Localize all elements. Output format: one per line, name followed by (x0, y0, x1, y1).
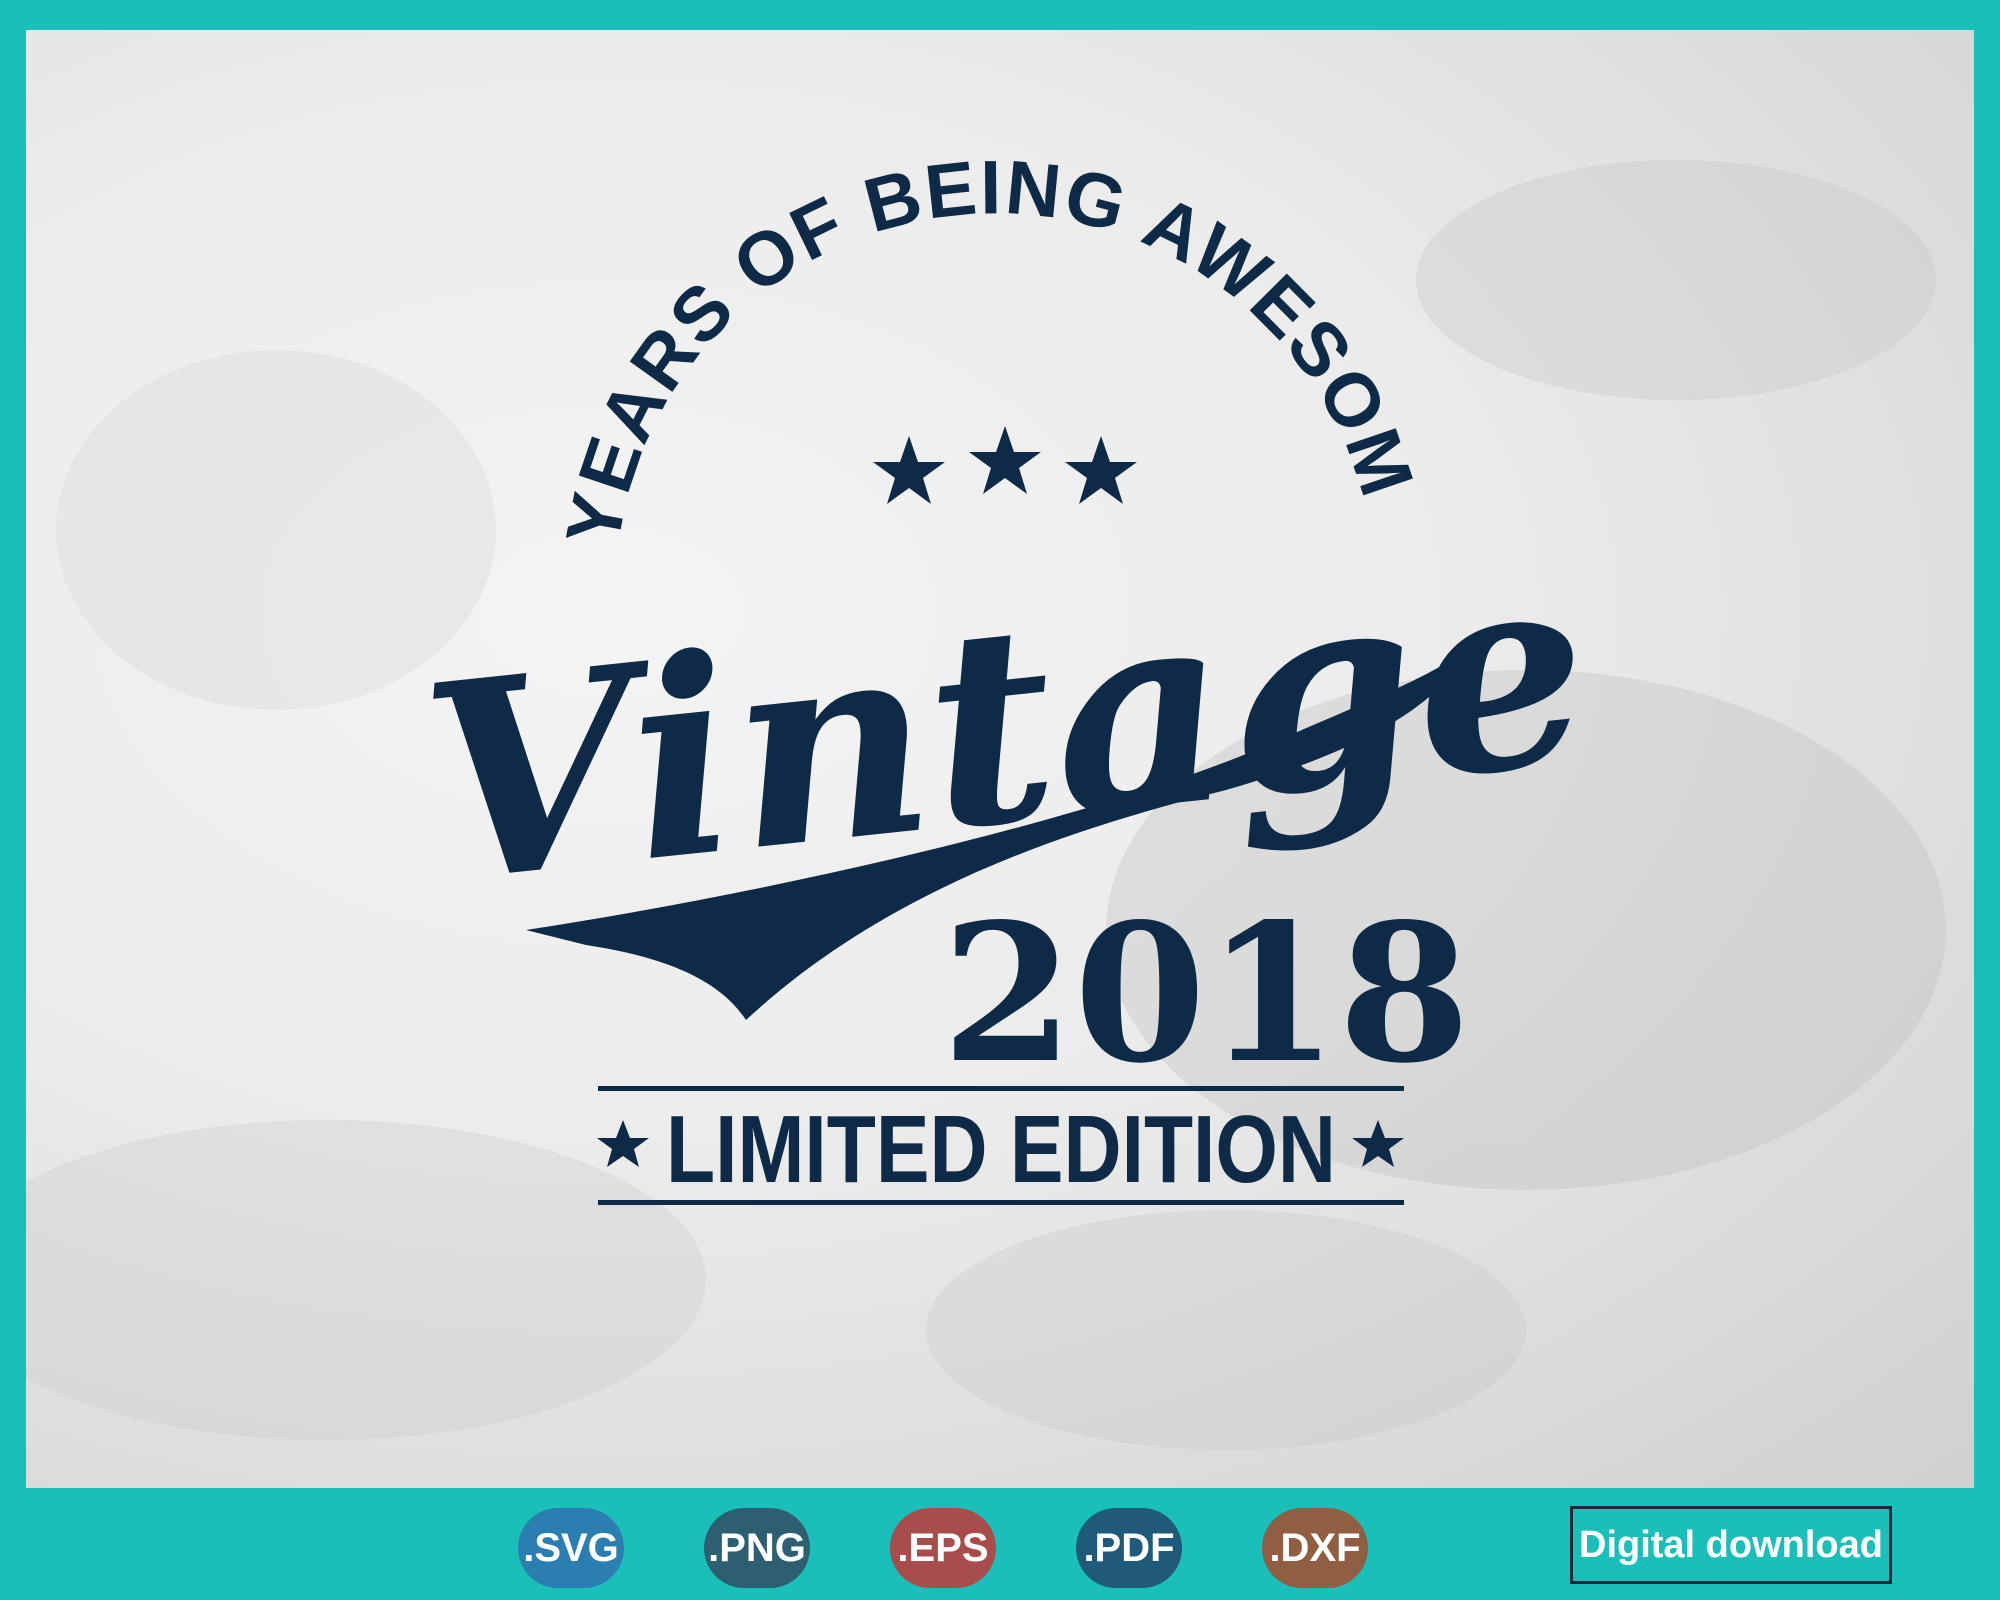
three-stars-icon (873, 426, 1137, 504)
banner-top-line (598, 1086, 1404, 1091)
vintage-badge-artwork: 6 YEARS OF BEING AWESOME Vintage 2018 LI… (26, 30, 1946, 1450)
year-text: 2018 (942, 882, 1471, 1105)
eps-format-badge: .EPS (890, 1508, 996, 1588)
design-canvas: 6 YEARS OF BEING AWESOME Vintage 2018 LI… (26, 30, 1974, 1488)
dxf-format-badge: .DXF (1262, 1508, 1368, 1588)
png-format-badge: .PNG (704, 1508, 810, 1588)
banner-text: LIMITED EDITION (666, 1096, 1336, 1203)
digital-download-button[interactable]: Digital download (1570, 1506, 1892, 1584)
svg-format-badge: .SVG (518, 1508, 624, 1588)
pdf-format-badge: .PDF (1076, 1508, 1182, 1588)
banner-left-star-icon (597, 1120, 649, 1167)
